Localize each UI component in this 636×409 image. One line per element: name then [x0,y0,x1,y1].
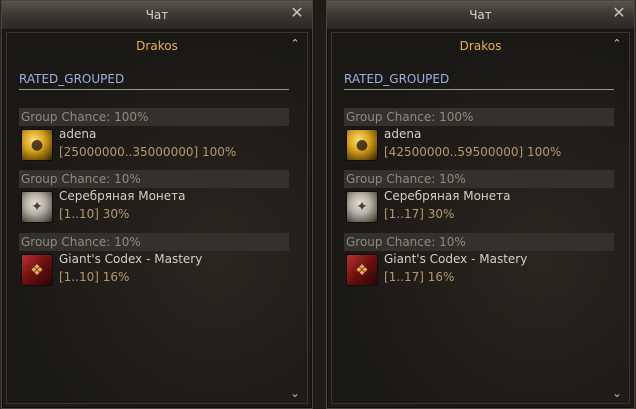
adena-coins-icon[interactable]: ● [21,129,53,161]
item-name: Серебряная Монета [384,189,511,203]
group-chance: Group Chance: 10% [19,233,289,251]
scroll-up-button[interactable]: ⌃ [611,37,623,50]
scroll-down-button[interactable]: ⌄ [611,387,623,400]
drop-group: Group Chance: 10% ✦ Серебряная Монета [1… [344,170,614,228]
window-title: Чат [469,8,492,22]
item-drop-rate: [1..17] 30% [384,207,455,221]
silver-coin-icon[interactable]: ✦ [21,191,53,223]
group-chance: Group Chance: 10% [344,170,614,188]
codex-book-icon[interactable]: ❖ [346,254,378,286]
item-name: adena [384,127,422,141]
item-drop-rate: [25000000..35000000] 100% [59,145,237,159]
item-name: Giant's Codex - Mastery [384,252,528,266]
chat-window-right: Чат ✕ Drakos ⌃ RATED_GROUPED Group Chanc… [326,0,635,409]
item-drop-rate: [1..10] 16% [59,270,130,284]
drop-group: Group Chance: 10% ✦ Серебряная Монета [1… [19,170,289,228]
scroll-up-button[interactable]: ⌃ [289,37,301,50]
window-title: Чат [145,8,169,22]
group-chance: Group Chance: 10% [19,170,289,188]
group-chance: Group Chance: 100% [19,108,289,126]
chat-content-panel: Drakos ⌃ RATED_GROUPED Group Chance: 100… [6,32,308,404]
window-titlebar[interactable]: Чат ✕ [327,1,634,30]
chat-window-left: Чат ✕ Drakos ⌃ RATED_GROUPED Group Chanc… [1,0,313,409]
codex-book-icon[interactable]: ❖ [21,254,53,286]
drop-item-row: ● adena [42500000..59500000] 100% [344,126,614,166]
adena-coins-icon[interactable]: ● [346,129,378,161]
item-name: Серебряная Монета [59,189,186,203]
drop-group: Group Chance: 10% ❖ Giant's Codex - Mast… [344,233,614,291]
drop-category-title: RATED_GROUPED [344,72,450,86]
silver-coin-icon[interactable]: ✦ [346,191,378,223]
category-divider [19,89,289,90]
scroll-down-button[interactable]: ⌄ [289,387,301,400]
item-drop-rate: [1..17] 16% [384,270,455,284]
group-chance: Group Chance: 10% [344,233,614,251]
drop-group: Group Chance: 100% ● adena [25000000..35… [19,108,289,166]
drop-item-row: ❖ Giant's Codex - Mastery [1..10] 16% [19,251,289,291]
close-button[interactable]: ✕ [611,5,627,21]
npc-name: Drakos [459,39,502,53]
drop-item-row: ❖ Giant's Codex - Mastery [1..17] 16% [344,251,614,291]
category-divider [344,89,614,90]
item-drop-rate: [1..10] 30% [59,207,130,221]
drop-group: Group Chance: 100% ● adena [42500000..59… [344,108,614,166]
drop-category-title: RATED_GROUPED [19,72,125,86]
screen: Чат ✕ Drakos ⌃ RATED_GROUPED Group Chanc… [0,0,636,409]
group-chance: Group Chance: 100% [344,108,614,126]
close-button[interactable]: ✕ [289,5,305,21]
chat-content-panel: Drakos ⌃ RATED_GROUPED Group Chance: 100… [331,32,630,404]
item-name: Giant's Codex - Mastery [59,252,203,266]
drop-item-row: ✦ Серебряная Монета [1..17] 30% [344,188,614,228]
npc-name: Drakos [136,39,178,53]
drop-item-row: ✦ Серебряная Монета [1..10] 30% [19,188,289,228]
drop-item-row: ● adena [25000000..35000000] 100% [19,126,289,166]
item-drop-rate: [42500000..59500000] 100% [384,145,562,159]
item-name: adena [59,127,97,141]
drop-group: Group Chance: 10% ❖ Giant's Codex - Mast… [19,233,289,291]
window-titlebar[interactable]: Чат ✕ [2,1,312,30]
